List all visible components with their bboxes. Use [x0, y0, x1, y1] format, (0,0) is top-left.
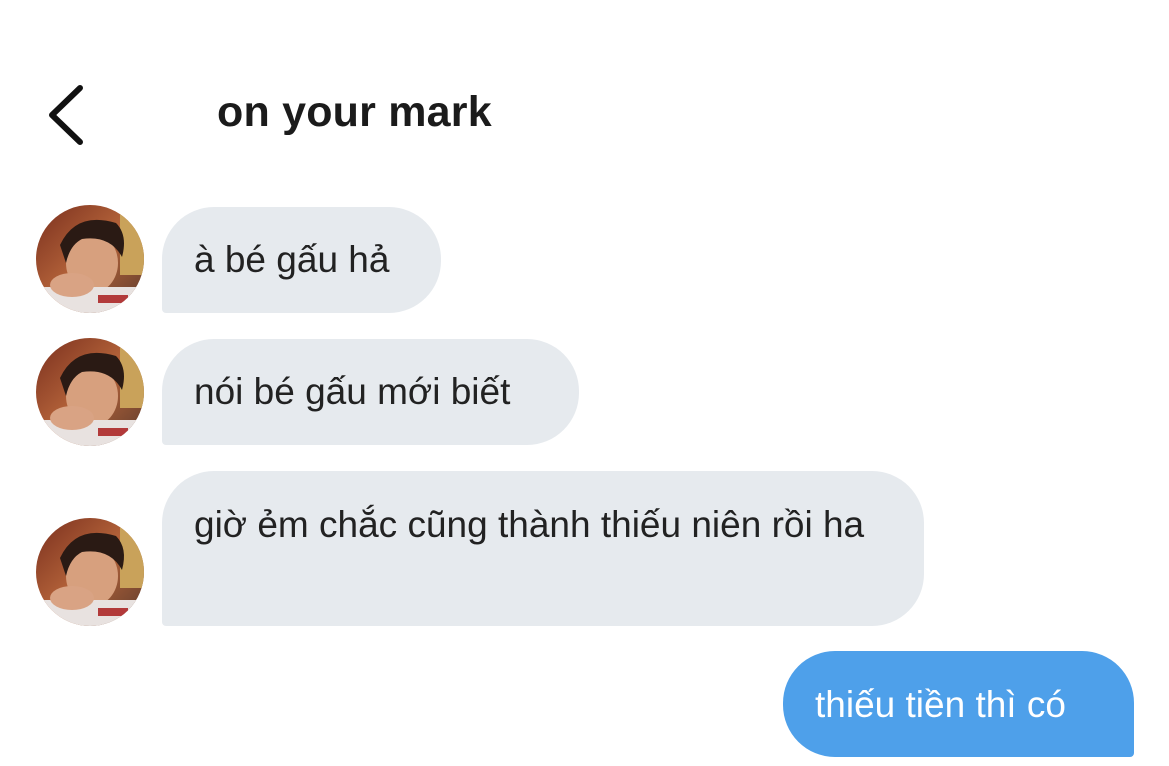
user-avatar[interactable]	[36, 338, 144, 446]
back-button[interactable]	[40, 80, 96, 150]
message-text: thiếu tiền thì có	[815, 684, 1066, 725]
conversation-title: on your mark	[217, 88, 492, 136]
message-bubble[interactable]: à bé gấu hả	[162, 207, 441, 313]
message-text: nói bé gấu mới biết	[194, 371, 511, 412]
message-text: à bé gấu hả	[194, 239, 390, 280]
chevron-left-icon	[49, 85, 83, 145]
message-bubble[interactable]: nói bé gấu mới biết	[162, 339, 579, 445]
message-bubble[interactable]: giờ ẻm chắc cũng thành thiếu niên rồi ha	[162, 471, 924, 626]
sent-message-bubble[interactable]: thiếu tiền thì có	[783, 651, 1134, 757]
user-avatar[interactable]	[36, 518, 144, 626]
user-avatar[interactable]	[36, 205, 144, 313]
message-text: giờ ẻm chắc cũng thành thiếu niên rồi ha	[194, 504, 865, 545]
